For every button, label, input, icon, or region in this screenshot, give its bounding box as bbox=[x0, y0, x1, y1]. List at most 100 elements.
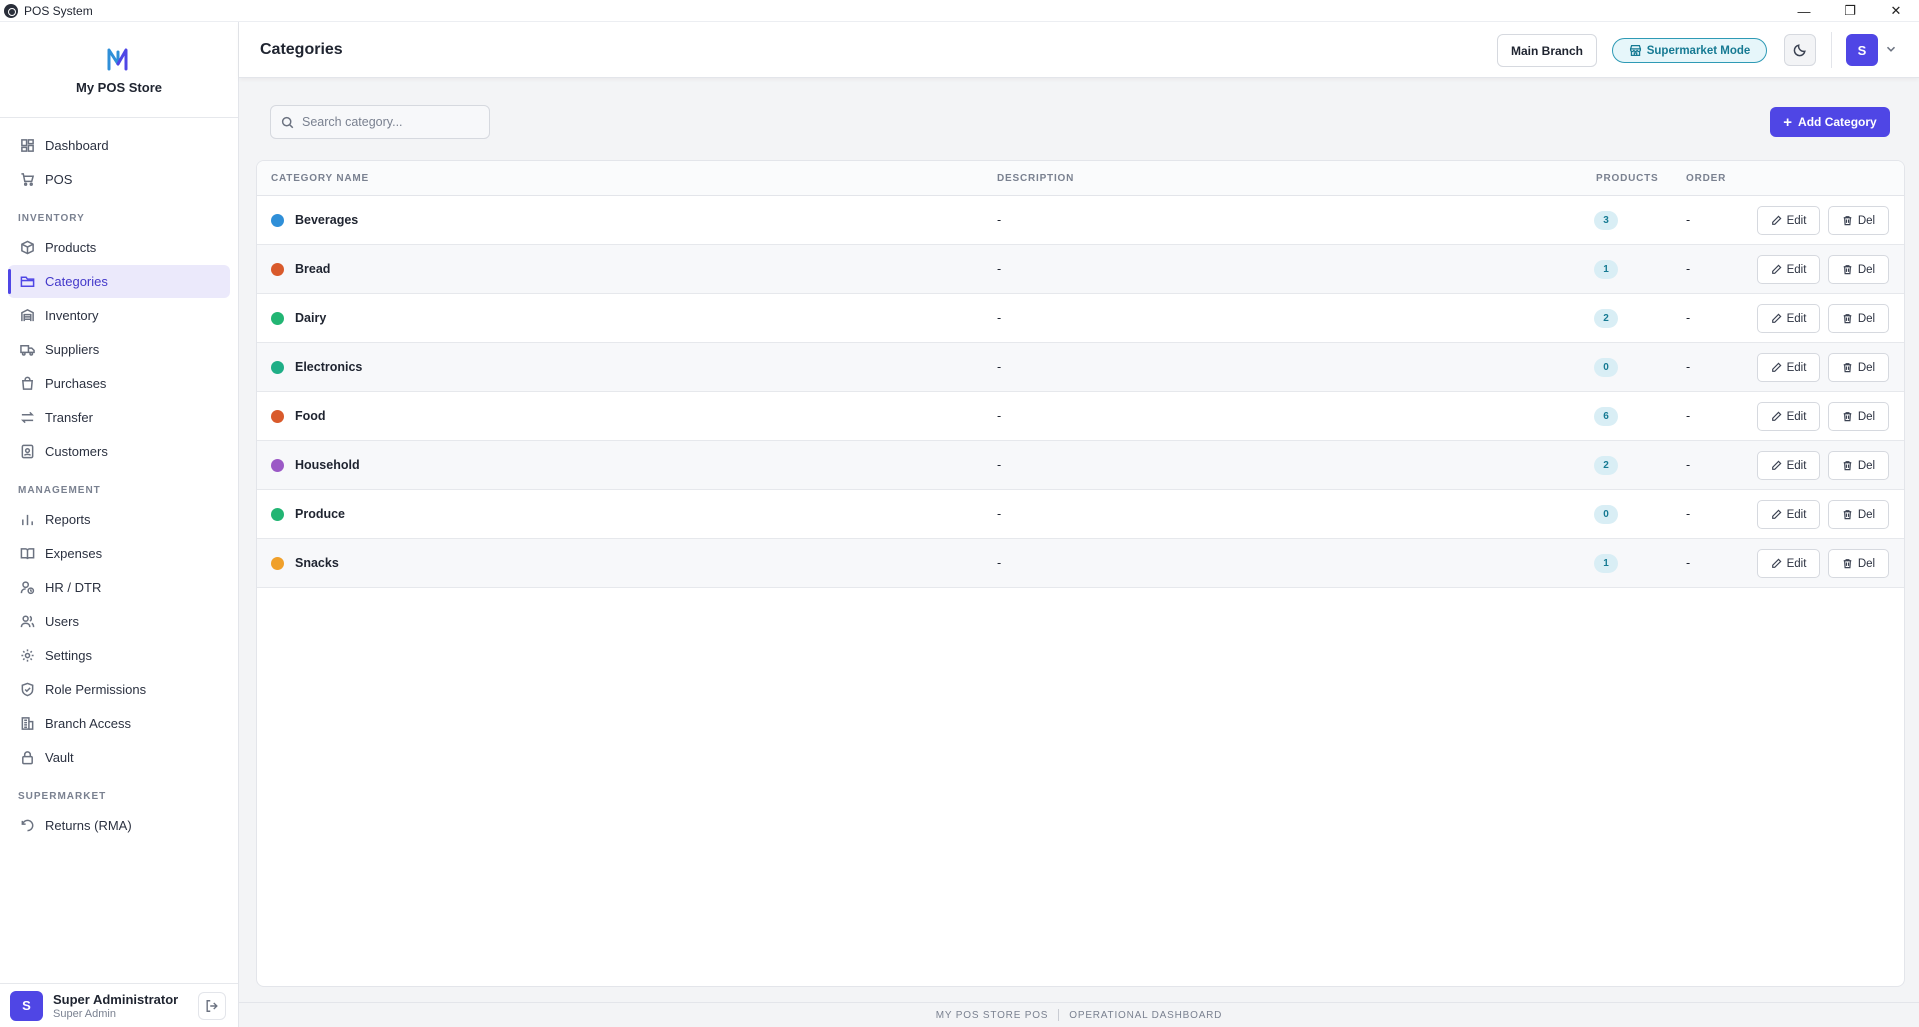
sidebar-item-purchases[interactable]: Purchases bbox=[8, 367, 230, 400]
sidebar-item-branch-access[interactable]: Branch Access bbox=[8, 707, 230, 740]
column-header-name[interactable]: CATEGORY NAME bbox=[271, 173, 369, 184]
add-category-label: Add Category bbox=[1798, 115, 1877, 129]
sidebar-item-role-permissions[interactable]: Role Permissions bbox=[8, 673, 230, 706]
delete-label: Del bbox=[1857, 214, 1876, 227]
table-row: Food - 6 - Edit Del bbox=[257, 392, 1904, 441]
category-description: - bbox=[997, 507, 1002, 521]
table-row: Dairy - 2 - Edit Del bbox=[257, 294, 1904, 343]
sidebar-item-customers[interactable]: Customers bbox=[8, 435, 230, 468]
edit-label: Edit bbox=[1786, 263, 1807, 276]
edit-button[interactable]: Edit bbox=[1757, 451, 1820, 480]
category-description: - bbox=[997, 409, 1002, 423]
product-count-badge: 3 bbox=[1594, 211, 1618, 230]
sidebar-item-returns[interactable]: Returns (RMA) bbox=[8, 809, 230, 842]
sidebar-item-vault[interactable]: Vault bbox=[8, 741, 230, 774]
brand: My POS Store bbox=[0, 22, 238, 118]
sidebar-item-label: Expenses bbox=[45, 546, 103, 561]
sidebar-item-settings[interactable]: Settings bbox=[8, 639, 230, 672]
sidebar-item-expenses[interactable]: Expenses bbox=[8, 537, 230, 570]
category-order: - bbox=[1686, 360, 1691, 374]
trash-icon bbox=[1843, 510, 1852, 520]
product-count-badge: 2 bbox=[1594, 309, 1618, 328]
search-input[interactable] bbox=[302, 115, 472, 129]
edit-label: Edit bbox=[1786, 459, 1807, 472]
delete-button[interactable]: Del bbox=[1828, 451, 1889, 480]
user-name: Super Administrator bbox=[53, 991, 179, 1007]
avatar[interactable]: S bbox=[10, 990, 43, 1021]
book-open-icon bbox=[20, 548, 35, 560]
sidebar-item-products[interactable]: Products bbox=[8, 231, 230, 264]
sidebar-item-pos[interactable]: POS bbox=[8, 163, 230, 196]
logout-button[interactable] bbox=[198, 992, 226, 1020]
search-icon bbox=[281, 116, 294, 128]
minimize-icon[interactable]: — bbox=[1781, 0, 1827, 22]
category-color-dot bbox=[271, 508, 284, 521]
edit-label: Edit bbox=[1786, 410, 1807, 423]
pencil-icon bbox=[1771, 558, 1782, 568]
category-description: - bbox=[997, 262, 1002, 276]
delete-label: Del bbox=[1857, 557, 1876, 570]
truck-icon bbox=[20, 345, 35, 356]
pencil-icon bbox=[1771, 215, 1782, 225]
category-color-dot bbox=[271, 410, 284, 423]
sidebar-section-inventory: INVENTORY bbox=[18, 213, 85, 224]
delete-button[interactable]: Del bbox=[1828, 255, 1889, 284]
delete-button[interactable]: Del bbox=[1828, 402, 1889, 431]
sidebar-item-users[interactable]: Users bbox=[8, 605, 230, 638]
product-count-badge: 0 bbox=[1594, 358, 1618, 377]
users-icon bbox=[20, 615, 35, 628]
delete-button[interactable]: Del bbox=[1828, 206, 1889, 235]
edit-button[interactable]: Edit bbox=[1757, 255, 1820, 284]
category-name: Dairy bbox=[295, 311, 327, 325]
sidebar-item-label: Branch Access bbox=[45, 716, 131, 731]
table-row: Beverages - 3 - Edit Del bbox=[257, 196, 1904, 245]
contact-card-icon bbox=[21, 444, 34, 459]
category-name: Bread bbox=[295, 262, 331, 276]
restore-icon[interactable]: ❐ bbox=[1827, 0, 1873, 22]
sidebar-item-label: Suppliers bbox=[45, 342, 100, 357]
sidebar-item-label: Customers bbox=[45, 444, 108, 459]
theme-toggle-button[interactable] bbox=[1784, 34, 1816, 66]
category-color-dot bbox=[271, 312, 284, 325]
delete-button[interactable]: Del bbox=[1828, 353, 1889, 382]
sidebar-item-dashboard[interactable]: Dashboard bbox=[8, 129, 230, 162]
edit-label: Edit bbox=[1786, 557, 1807, 570]
delete-button[interactable]: Del bbox=[1828, 549, 1889, 578]
plus-icon: + bbox=[1783, 113, 1793, 131]
sidebar-item-inventory[interactable]: Inventory bbox=[8, 299, 230, 332]
add-category-button[interactable]: + Add Category bbox=[1770, 107, 1890, 137]
category-color-dot bbox=[271, 557, 284, 570]
category-order: - bbox=[1686, 458, 1691, 472]
close-icon[interactable]: ✕ bbox=[1873, 0, 1919, 22]
delete-button[interactable]: Del bbox=[1828, 500, 1889, 529]
category-order: - bbox=[1686, 507, 1691, 521]
sidebar-item-label: Categories bbox=[45, 274, 108, 289]
supermarket-mode-button[interactable]: Supermarket Mode bbox=[1612, 38, 1767, 63]
edit-button[interactable]: Edit bbox=[1757, 304, 1820, 333]
page-title: Categories bbox=[260, 41, 343, 58]
sidebar-item-transfer[interactable]: Transfer bbox=[8, 401, 230, 434]
sidebar-item-reports[interactable]: Reports bbox=[8, 503, 230, 536]
window-titlebar: POS System — ❐ ✕ bbox=[0, 0, 1919, 22]
category-name: Beverages bbox=[295, 213, 359, 227]
trash-icon bbox=[1843, 363, 1852, 373]
edit-button[interactable]: Edit bbox=[1757, 500, 1820, 529]
branch-selector-button[interactable]: Main Branch bbox=[1497, 34, 1597, 67]
sidebar-item-categories[interactable]: Categories bbox=[8, 265, 230, 298]
user-menu-avatar[interactable]: S bbox=[1846, 34, 1878, 66]
edit-button[interactable]: Edit bbox=[1757, 353, 1820, 382]
edit-button[interactable]: Edit bbox=[1757, 402, 1820, 431]
warehouse-icon bbox=[21, 309, 34, 322]
user-menu-chevron[interactable] bbox=[1884, 42, 1898, 56]
sidebar-item-label: Purchases bbox=[45, 376, 107, 391]
app-logo-icon bbox=[4, 3, 18, 18]
edit-button[interactable]: Edit bbox=[1757, 549, 1820, 578]
column-header-products: PRODUCTS bbox=[1596, 173, 1659, 184]
sidebar-item-hr-dtr[interactable]: HR / DTR bbox=[8, 571, 230, 604]
delete-button[interactable]: Del bbox=[1828, 304, 1889, 333]
sidebar: My POS Store Dashboard POS INVENTORY Pro… bbox=[0, 22, 239, 1027]
edit-button[interactable]: Edit bbox=[1757, 206, 1820, 235]
category-description: - bbox=[997, 458, 1002, 472]
category-order: - bbox=[1686, 213, 1691, 227]
sidebar-item-suppliers[interactable]: Suppliers bbox=[8, 333, 230, 366]
